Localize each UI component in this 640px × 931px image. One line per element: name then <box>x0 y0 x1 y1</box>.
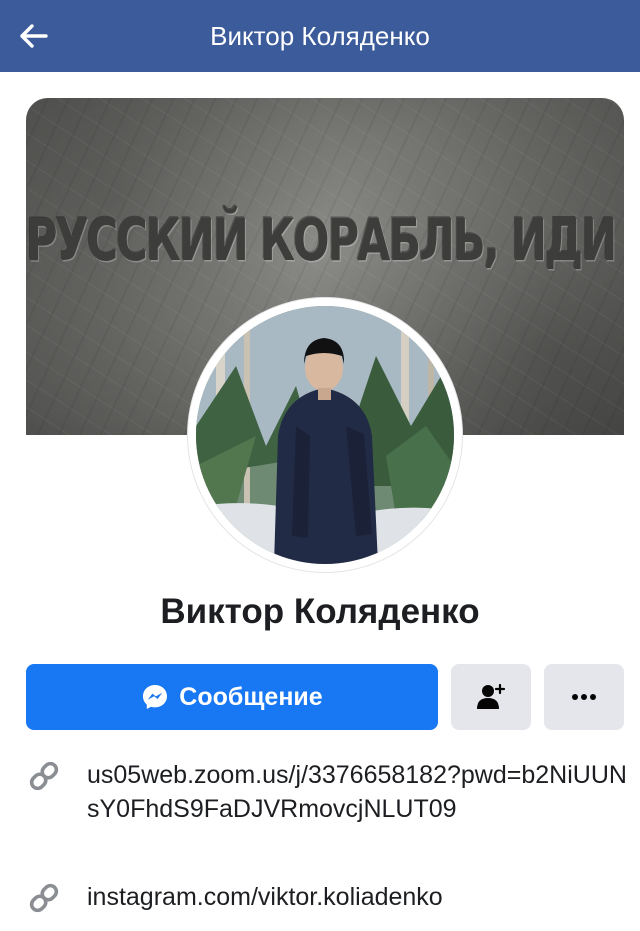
add-friend-icon <box>477 683 506 709</box>
top-bar: Виктор Коляденко <box>0 0 640 72</box>
page-title: Виктор Коляденко <box>210 21 430 51</box>
avatar-photo <box>196 306 454 564</box>
profile-name: Виктор Коляденко <box>160 592 480 631</box>
instagram-link[interactable]: instagram.com/viktor.koliadenko <box>87 880 627 914</box>
more-options-button[interactable] <box>544 664 624 730</box>
message-button[interactable]: Сообщение <box>26 664 438 730</box>
more-icon <box>572 694 596 700</box>
messenger-icon <box>143 685 168 709</box>
message-button-label: Сообщение <box>179 682 323 711</box>
profile-picture[interactable] <box>196 306 454 564</box>
link-icon <box>29 883 59 913</box>
zoom-link[interactable]: us05web.zoom.us/j/3376658182?pwd=b2NiUUN… <box>87 758 627 826</box>
link-icon <box>29 761 59 791</box>
profile-picture-frame <box>188 298 462 572</box>
add-friend-button[interactable] <box>451 664 531 730</box>
cover-photo-caption: РУССКИЙ КОРАБЛЬ, ИДИ НАХУЙ! <box>26 207 624 275</box>
